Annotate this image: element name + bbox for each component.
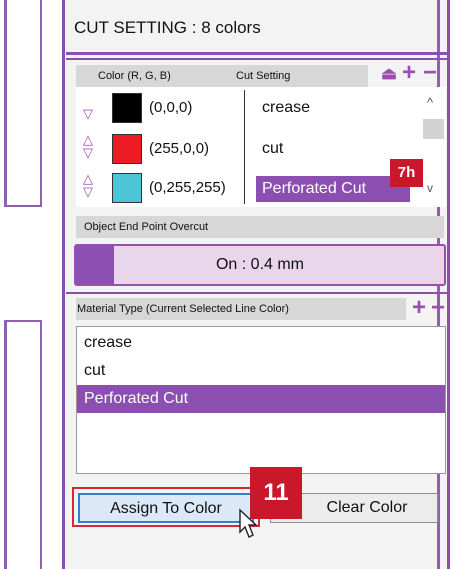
material-item-selected[interactable]: Perforated Cut (77, 385, 445, 413)
cut-setting-value[interactable]: Perforated Cut (256, 176, 410, 202)
remove-material-icon[interactable]: − (431, 294, 445, 322)
move-down-icon[interactable]: ▽ (83, 146, 93, 159)
faded-bottom-label (82, 547, 85, 559)
add-color-icon[interactable]: + (402, 59, 416, 87)
scroll-down-icon[interactable]: v (427, 181, 433, 195)
section-rule (66, 292, 447, 294)
add-material-icon[interactable]: + (412, 294, 426, 322)
remove-color-icon[interactable]: − (423, 59, 437, 87)
overcut-value: On : 0.4 mm (215, 256, 305, 273)
move-up-icon[interactable]: △ (83, 172, 93, 185)
title-rule (66, 52, 447, 55)
scroll-thumb[interactable] (423, 119, 444, 139)
header-color-rgb: Color (R, G, B) (98, 70, 171, 82)
frame-line-top-base (4, 205, 41, 207)
assign-highlight-box (72, 487, 260, 527)
mouse-cursor-icon (239, 508, 258, 538)
frame-line-bottom (4, 320, 7, 569)
color-swatch (112, 134, 142, 164)
callout-badge-7h: 7h (390, 159, 423, 187)
overcut-toggle[interactable]: On : 0.4 mm (74, 244, 446, 286)
color-row[interactable]: △ ▽ (255,0,0) cut (76, 131, 422, 169)
move-down-icon[interactable]: ▽ (83, 107, 93, 120)
cut-setting-value[interactable]: crease (256, 93, 406, 123)
material-item[interactable]: cut (77, 357, 445, 385)
color-row-selected[interactable]: △ ▽ (0,255,255) Perforated Cut (76, 170, 422, 208)
move-down-icon[interactable]: ▽ (83, 185, 93, 198)
rgb-value: (0,255,255) (149, 179, 226, 196)
vertical-scrollbar[interactable]: ^ v (422, 87, 444, 207)
material-header: Material Type (Current Selected Line Col… (76, 298, 406, 320)
panel-title: CUT SETTING : 8 colors (74, 18, 261, 37)
frame-line-top (4, 0, 7, 205)
header-cut-setting: Cut Setting (236, 70, 291, 82)
scroll-up-icon[interactable]: ^ (427, 95, 433, 110)
color-table: ▽ (0,0,0) crease △ ▽ (255,0,0) cut △ ▽ (… (76, 87, 446, 207)
color-swatch (112, 173, 142, 203)
move-up-icon[interactable]: △ (83, 133, 93, 146)
color-row[interactable]: ▽ (0,0,0) crease (76, 90, 422, 128)
color-table-header: Color (R, G, B) Cut Setting (76, 65, 368, 87)
color-swatch (112, 93, 142, 123)
title-rule-lower (66, 58, 447, 60)
rgb-value: (0,0,0) (149, 99, 193, 116)
overcut-header: Object End Point Overcut (76, 216, 444, 238)
frame-line-bottom-cap (4, 320, 41, 322)
material-list[interactable]: crease cut Perforated Cut (76, 326, 446, 474)
material-item[interactable]: crease (77, 329, 445, 357)
eject-icon[interactable]: ⏏ (381, 64, 397, 84)
frame-line-top-inner (40, 0, 42, 207)
frame-line-bottom-inner (40, 320, 42, 569)
cut-setting-value[interactable]: cut (256, 134, 406, 164)
rgb-value: (255,0,0) (149, 140, 210, 157)
